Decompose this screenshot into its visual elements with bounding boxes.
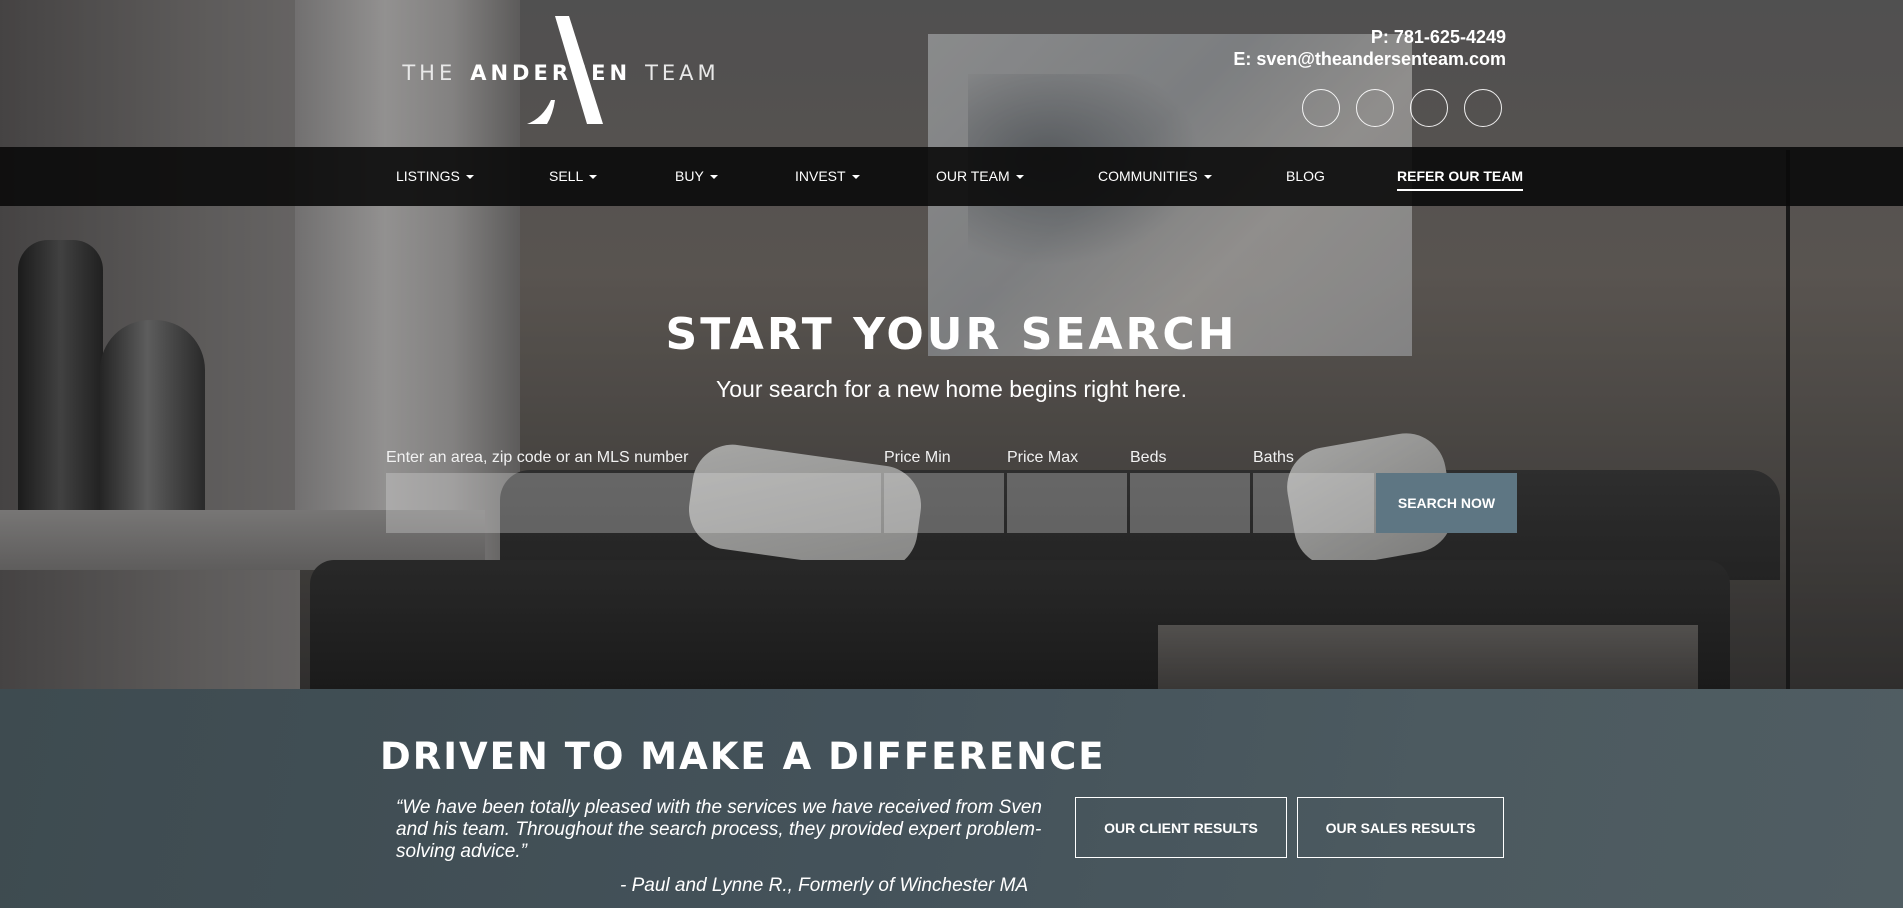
price-min-label: Price Min <box>884 449 951 466</box>
nav-item-invest[interactable]: INVEST <box>795 147 860 206</box>
baths-input[interactable] <box>1253 473 1374 533</box>
price-max-input[interactable] <box>1007 473 1127 533</box>
social-icon-4[interactable] <box>1464 89 1502 127</box>
brand-the: THE <box>402 61 457 85</box>
social-icon-1[interactable] <box>1302 89 1340 127</box>
contact-info: P: 781-625-4249 E: sven@theandersenteam.… <box>1233 26 1506 70</box>
sales-results-button[interactable]: OUR SALES RESULTS <box>1297 797 1504 858</box>
price-min-input[interactable] <box>884 473 1004 533</box>
price-max-label: Price Max <box>1007 449 1079 466</box>
caret-down-icon <box>851 175 860 180</box>
section-title: DRIVEN TO MAKE A DIFFERENCE <box>380 735 1106 778</box>
nav-item-label: SELL <box>549 168 584 184</box>
caret-down-icon <box>709 175 718 180</box>
baths-label: Baths <box>1253 449 1294 466</box>
active-underline <box>1397 189 1523 191</box>
beds-label: Beds <box>1130 449 1167 466</box>
search-now-button[interactable]: SEARCH NOW <box>1376 473 1517 533</box>
testimonial-quote: “We have been totally pleased with the s… <box>396 797 1042 862</box>
nav-item-label: OUR TEAM <box>936 168 1010 184</box>
brand-name: ANDERSEN <box>470 61 632 85</box>
nav-item-blog[interactable]: BLOG <box>1286 147 1325 206</box>
hero-title: START YOUR SEARCH <box>665 309 1238 360</box>
hero-subtitle: Your search for a new home begins right … <box>716 376 1187 402</box>
nav-item-label: LISTINGS <box>396 168 460 184</box>
caret-down-icon <box>1015 175 1024 180</box>
nav-item-communities[interactable]: COMMUNITIES <box>1098 147 1212 206</box>
caret-down-icon <box>465 175 474 180</box>
main-nav: LISTINGS SELL BUY INVEST OUR TEAM COMMUN… <box>0 147 1903 206</box>
social-icon-3[interactable] <box>1410 89 1448 127</box>
social-icon-2[interactable] <box>1356 89 1394 127</box>
nav-item-label: BUY <box>675 168 704 184</box>
area-search-input[interactable] <box>386 473 881 533</box>
nav-item-label: COMMUNITIES <box>1098 168 1198 184</box>
nav-item-buy[interactable]: BUY <box>675 147 718 206</box>
nav-item-listings[interactable]: LISTINGS <box>396 147 474 206</box>
caret-down-icon <box>1203 175 1212 180</box>
testimonial-attribution: - Paul and Lynne R., Formerly of Winches… <box>620 875 1029 896</box>
nav-item-refer-our-team[interactable]: REFER OUR TEAM <box>1397 147 1523 206</box>
beds-input[interactable] <box>1130 473 1250 533</box>
brand-wordmark: THE ANDERSEN TEAM <box>400 61 722 85</box>
nav-item-label: REFER OUR TEAM <box>1397 168 1523 184</box>
nav-item-sell[interactable]: SELL <box>549 147 598 206</box>
contact-phone[interactable]: P: 781-625-4249 <box>1233 26 1506 48</box>
nav-item-our-team[interactable]: OUR TEAM <box>936 147 1024 206</box>
caret-down-icon <box>589 175 598 180</box>
nav-item-label: INVEST <box>795 168 846 184</box>
area-label: Enter an area, zip code or an MLS number <box>386 449 689 466</box>
brand-team: TEAM <box>645 61 720 85</box>
site-logo[interactable]: THE ANDERSEN TEAM <box>400 16 722 124</box>
nav-item-label: BLOG <box>1286 168 1325 184</box>
contact-email[interactable]: E: sven@theandersenteam.com <box>1233 48 1506 70</box>
client-results-button[interactable]: OUR CLIENT RESULTS <box>1075 797 1287 858</box>
social-links <box>1302 89 1502 127</box>
